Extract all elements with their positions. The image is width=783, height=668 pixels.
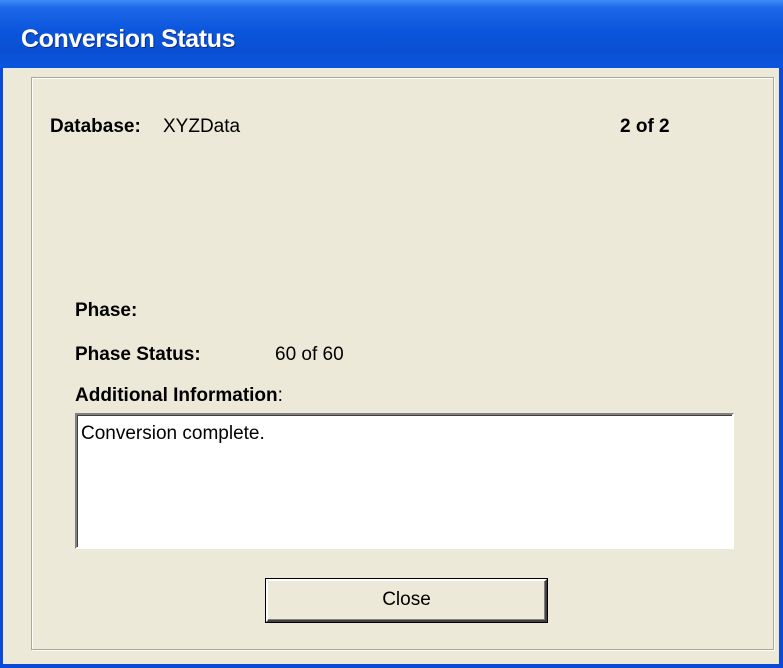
database-progress: 2 of 2 bbox=[620, 116, 670, 137]
additional-information-label: Additional Information: bbox=[75, 385, 283, 407]
close-button-label: Close bbox=[382, 589, 431, 610]
additional-information-colon: : bbox=[277, 385, 283, 406]
database-label: Database: bbox=[50, 116, 141, 137]
database-value: XYZData bbox=[163, 116, 241, 137]
phase-label: Phase: bbox=[75, 300, 138, 321]
dialog-body: Database: XYZData 2 of 2 Phase: Phase St… bbox=[3, 68, 779, 664]
conversion-status-dialog: Conversion Status Database: XYZData 2 of… bbox=[0, 0, 783, 668]
window-title: Conversion Status bbox=[21, 25, 236, 53]
additional-information-text: Conversion complete. bbox=[81, 423, 265, 444]
additional-information-textbox[interactable]: Conversion complete. bbox=[75, 413, 734, 549]
close-button[interactable]: Close bbox=[265, 578, 548, 623]
title-bar[interactable]: Conversion Status bbox=[0, 0, 783, 68]
phase-status-value: 60 of 60 bbox=[275, 344, 344, 365]
additional-information-label-text: Additional Information bbox=[75, 385, 278, 406]
phase-status-label: Phase Status: bbox=[75, 344, 201, 365]
